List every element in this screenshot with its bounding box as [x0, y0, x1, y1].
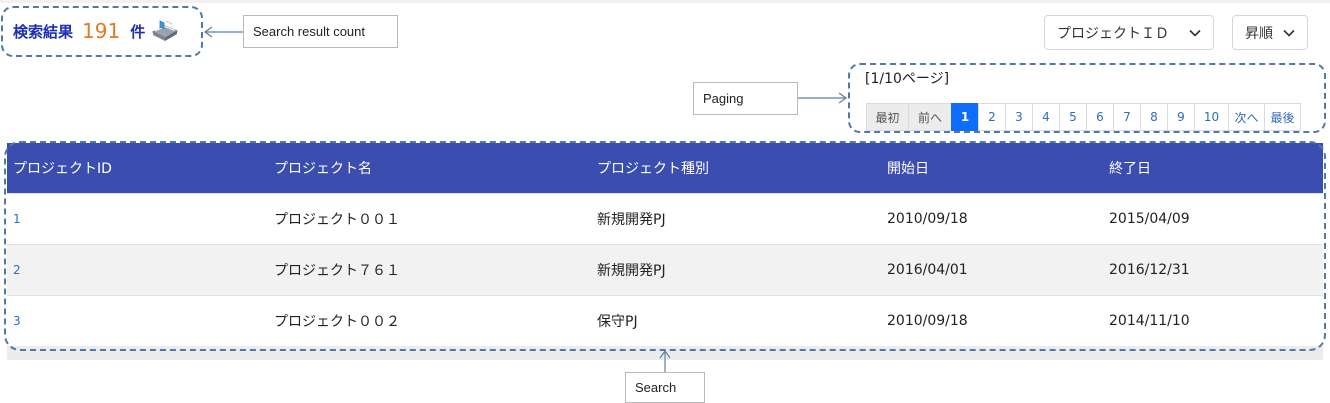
result-count-annotation: Search result count — [243, 15, 398, 48]
sort-order-value: 昇順 — [1245, 25, 1273, 42]
table-callout — [4, 141, 1326, 351]
paging-annotation: Paging — [693, 82, 798, 115]
top-border — [0, 0, 1330, 3]
chevron-down-icon — [1283, 29, 1295, 37]
result-count-callout — [1, 6, 203, 57]
paging-callout — [848, 63, 1326, 133]
chevron-down-icon — [1189, 29, 1201, 37]
sort-field-select[interactable]: プロジェクトＩＤ — [1044, 15, 1214, 50]
search-annotation: Search — [625, 372, 705, 403]
sort-order-select[interactable]: 昇順 — [1232, 15, 1308, 50]
sort-field-value: プロジェクトＩＤ — [1057, 25, 1169, 42]
